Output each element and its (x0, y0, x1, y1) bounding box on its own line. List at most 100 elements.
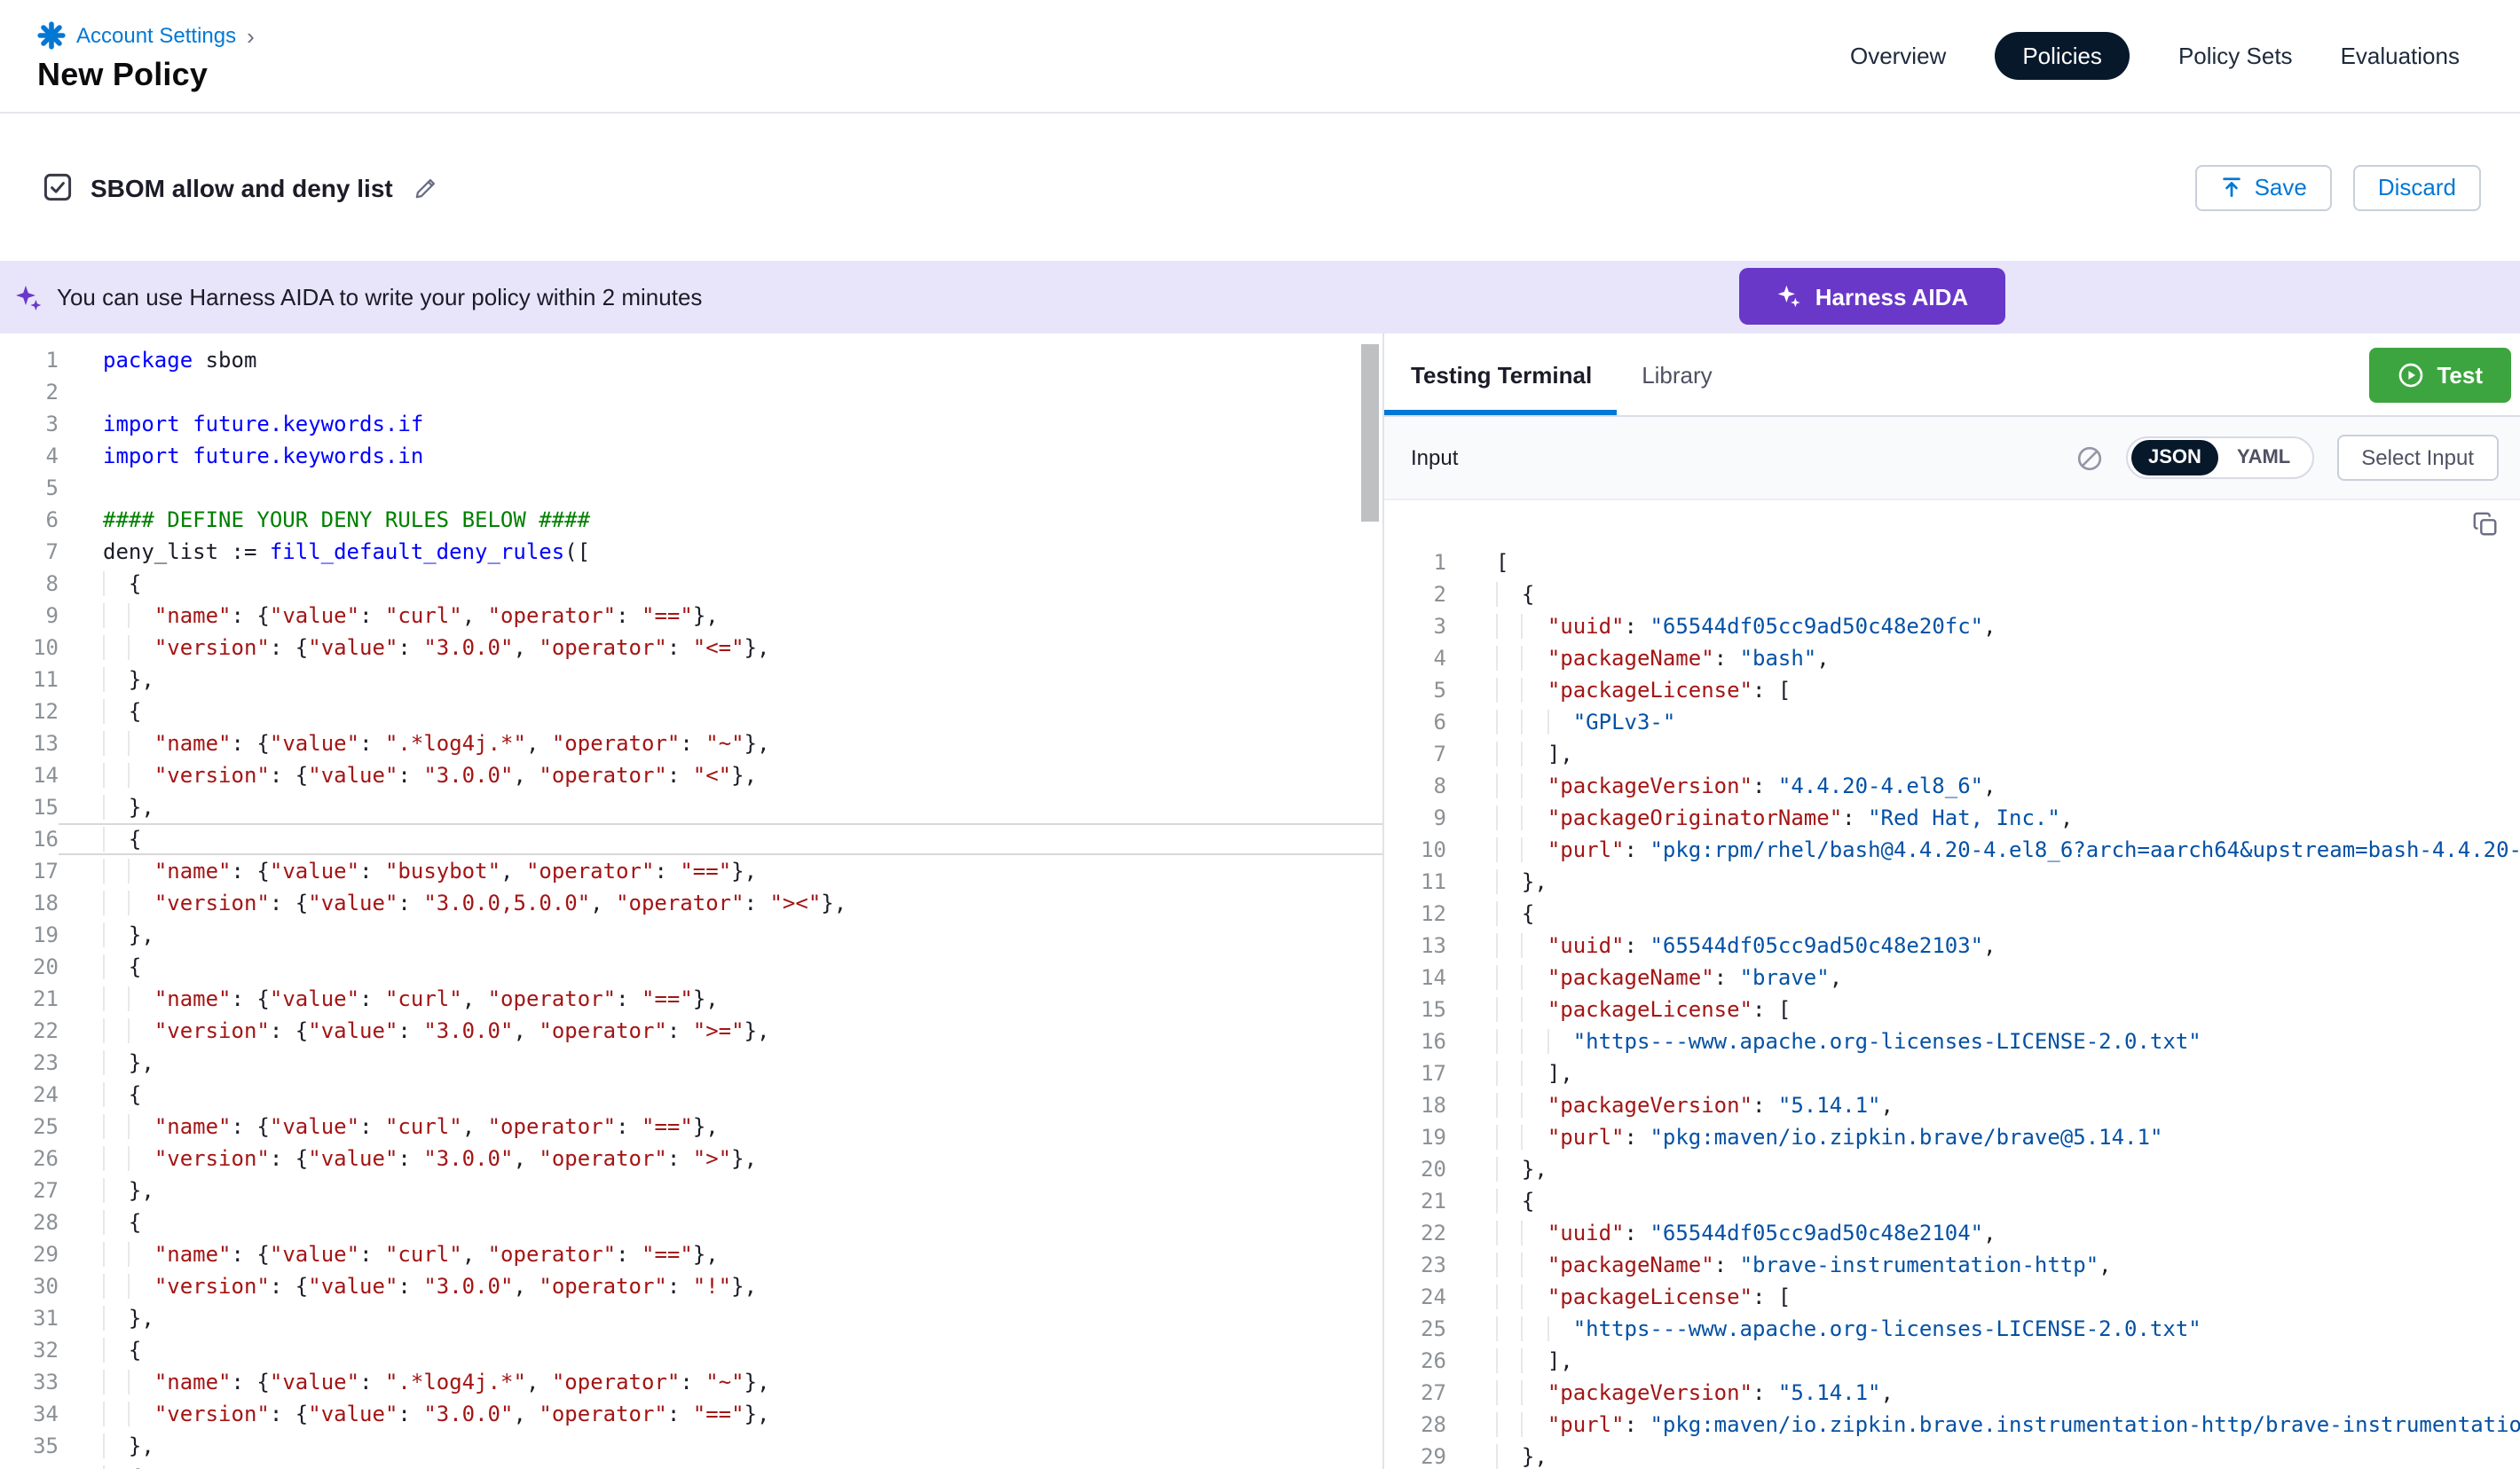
input-json-line[interactable]: 6 "GPLv3-" (1384, 706, 2520, 738)
discard-button[interactable]: Discard (2353, 164, 2481, 210)
input-json-line[interactable]: 8 "packageVersion": "4.4.20-4.el8_6", (1384, 770, 2520, 802)
nav-tab-policies[interactable]: Policies (1994, 32, 2130, 80)
input-json-line[interactable]: 12 { (1384, 898, 2520, 930)
select-input-button[interactable]: Select Input (2336, 435, 2499, 481)
editor-lines: 1package sbom23import future.keywords.if… (0, 344, 1382, 1469)
editor-code-line[interactable]: 21 "name": {"value": "curl", "operator":… (0, 983, 1382, 1015)
line-number: 19 (1384, 1121, 1446, 1153)
input-json-line[interactable]: 27 "packageVersion": "5.14.1", (1384, 1377, 2520, 1409)
editor-code-line[interactable]: 19 }, (0, 919, 1382, 951)
editor-code-line[interactable]: 35 }, (0, 1430, 1382, 1462)
editor-code-line[interactable]: 32 { (0, 1334, 1382, 1366)
input-json-line[interactable]: 21 { (1384, 1185, 2520, 1217)
code-line-content: "version": {"value": "3.0.0", "operator"… (59, 632, 1382, 664)
input-json-line[interactable]: 24 "packageLicense": [ (1384, 1281, 2520, 1313)
input-json-line[interactable]: 23 "packageName": "brave-instrumentation… (1384, 1249, 2520, 1281)
input-json-line[interactable]: 28 "purl": "pkg:maven/io.zipkin.brave.in… (1384, 1409, 2520, 1441)
code-line-content: }, (1446, 1441, 2520, 1469)
editor-code-line[interactable]: 2 (0, 376, 1382, 408)
editor-code-line[interactable]: 5 (0, 472, 1382, 504)
editor-code-line[interactable]: 25 "name": {"value": "curl", "operator":… (0, 1111, 1382, 1143)
input-json-line[interactable]: 29 }, (1384, 1441, 2520, 1469)
input-json-line[interactable]: 1[ (1384, 546, 2520, 578)
editor-code-line[interactable]: 30 "version": {"value": "3.0.0", "operat… (0, 1270, 1382, 1302)
input-json-line[interactable]: 2 { (1384, 578, 2520, 610)
editor-code-line[interactable]: 13 "name": {"value": ".*log4j.*", "opera… (0, 727, 1382, 759)
input-json-line[interactable]: 19 "purl": "pkg:maven/io.zipkin.brave/br… (1384, 1121, 2520, 1153)
nav-tab-policy-sets[interactable]: Policy Sets (2178, 43, 2293, 69)
editor-code-line[interactable]: 33 "name": {"value": ".*log4j.*", "opera… (0, 1366, 1382, 1398)
code-line-content: { (59, 1079, 1382, 1111)
nav-tab-overview[interactable]: Overview (1850, 43, 1946, 69)
editor-code-line[interactable]: 6#### DEFINE YOUR DENY RULES BELOW #### (0, 504, 1382, 536)
code-line-content: }, (59, 664, 1382, 695)
code-line-content: "version": {"value": "3.0.0", "operator"… (59, 1143, 1382, 1174)
tab-testing-terminal[interactable]: Testing Terminal (1384, 334, 1617, 415)
save-button[interactable]: Save (2196, 164, 2332, 210)
editor-scrollbar-thumb[interactable] (1361, 344, 1379, 522)
editor-code-line[interactable]: 17 "name": {"value": "busybot", "operato… (0, 855, 1382, 887)
editor-code-line[interactable]: 36 { (0, 1462, 1382, 1469)
input-json-line[interactable]: 17 ], (1384, 1057, 2520, 1089)
editor-code-line[interactable]: 7deny_list := fill_default_deny_rules([ (0, 536, 1382, 568)
tab-library-label: Library (1642, 361, 1713, 388)
editor-code-line[interactable]: 8 { (0, 568, 1382, 600)
clear-input-icon[interactable] (2075, 444, 2102, 471)
editor-code-line[interactable]: 11 }, (0, 664, 1382, 695)
input-json-line[interactable]: 16 "https---www.apache.org-licenses-LICE… (1384, 1025, 2520, 1057)
input-json-line[interactable]: 4 "packageName": "bash", (1384, 642, 2520, 674)
harness-logo-icon[interactable] (37, 21, 66, 50)
line-number: 25 (1384, 1313, 1446, 1345)
editor-code-line[interactable]: 9 "name": {"value": "curl", "operator": … (0, 600, 1382, 632)
editor-code-line[interactable]: 34 "version": {"value": "3.0.0", "operat… (0, 1398, 1382, 1430)
editor-code-line[interactable]: 31 }, (0, 1302, 1382, 1334)
input-json-line[interactable]: 14 "packageName": "brave", (1384, 962, 2520, 994)
editor-code-line[interactable]: 14 "version": {"value": "3.0.0", "operat… (0, 759, 1382, 791)
test-button[interactable]: Test (2369, 347, 2511, 402)
editor-code-line[interactable]: 26 "version": {"value": "3.0.0", "operat… (0, 1143, 1382, 1174)
input-json-line[interactable]: 22 "uuid": "65544df05cc9ad50c48e2104", (1384, 1217, 2520, 1249)
breadcrumb-account-settings-link[interactable]: Account Settings (76, 23, 236, 48)
input-json-line[interactable]: 3 "uuid": "65544df05cc9ad50c48e20fc", (1384, 610, 2520, 642)
input-json-line[interactable]: 20 }, (1384, 1153, 2520, 1185)
input-json-line[interactable]: 7 ], (1384, 738, 2520, 770)
editor-code-line[interactable]: 29 "name": {"value": "curl", "operator":… (0, 1238, 1382, 1270)
input-json-viewer[interactable]: 1[2 {3 "uuid": "65544df05cc9ad50c48e20fc… (1384, 500, 2520, 1469)
editor-code-line[interactable]: 3import future.keywords.if (0, 408, 1382, 440)
editor-code-line[interactable]: 16 { (0, 823, 1382, 855)
editor-code-line[interactable]: 23 }, (0, 1047, 1382, 1079)
copy-icon[interactable] (2472, 510, 2499, 537)
code-line-content: "packageVersion": "5.14.1", (1446, 1089, 2520, 1121)
editor-code-line[interactable]: 24 { (0, 1079, 1382, 1111)
input-json-line[interactable]: 11 }, (1384, 866, 2520, 898)
editor-code-line[interactable]: 20 { (0, 951, 1382, 983)
editor-code-line[interactable]: 27 }, (0, 1174, 1382, 1206)
input-json-line[interactable]: 26 ], (1384, 1345, 2520, 1377)
editor-code-line[interactable]: 22 "version": {"value": "3.0.0", "operat… (0, 1015, 1382, 1047)
code-line-content: }, (59, 1430, 1382, 1462)
policy-code-editor[interactable]: 1package sbom23import future.keywords.if… (0, 334, 1384, 1469)
editor-code-line[interactable]: 15 }, (0, 791, 1382, 823)
input-json-line[interactable]: 13 "uuid": "65544df05cc9ad50c48e2103", (1384, 930, 2520, 962)
policy-toolbar: SBOM allow and deny list Save Discard (0, 114, 2520, 261)
input-json-line[interactable]: 15 "packageLicense": [ (1384, 994, 2520, 1025)
editor-code-line[interactable]: 28 { (0, 1206, 1382, 1238)
format-toggle-yaml[interactable]: YAML (2219, 440, 2308, 475)
editor-code-line[interactable]: 1package sbom (0, 344, 1382, 376)
input-json-line[interactable]: 10 "purl": "pkg:rpm/rhel/bash@4.4.20-4.e… (1384, 834, 2520, 866)
nav-tab-evaluations[interactable]: Evaluations (2341, 43, 2460, 69)
input-json-line[interactable]: 5 "packageLicense": [ (1384, 674, 2520, 706)
tab-library[interactable]: Library (1617, 334, 1737, 415)
editor-code-line[interactable]: 4import future.keywords.in (0, 440, 1382, 472)
code-line-content: "version": {"value": "3.0.0", "operator"… (59, 1015, 1382, 1047)
line-number: 6 (1384, 706, 1446, 738)
input-json-line[interactable]: 25 "https---www.apache.org-licenses-LICE… (1384, 1313, 2520, 1345)
format-toggle-json[interactable]: JSON (2130, 440, 2219, 475)
input-json-line[interactable]: 9 "packageOriginatorName": "Red Hat, Inc… (1384, 802, 2520, 834)
editor-code-line[interactable]: 18 "version": {"value": "3.0.0,5.0.0", "… (0, 887, 1382, 919)
edit-policy-name-button[interactable] (411, 171, 443, 203)
input-json-line[interactable]: 18 "packageVersion": "5.14.1", (1384, 1089, 2520, 1121)
editor-code-line[interactable]: 10 "version": {"value": "3.0.0", "operat… (0, 632, 1382, 664)
editor-code-line[interactable]: 12 { (0, 695, 1382, 727)
harness-aida-button[interactable]: Harness AIDA (1739, 268, 2005, 325)
